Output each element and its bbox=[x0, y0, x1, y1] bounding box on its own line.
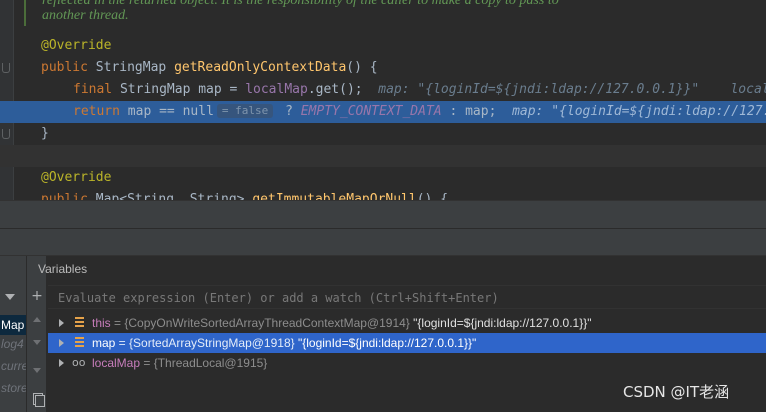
execution-line[interactable]: return map == null = false ? EMPTY_CONTEX… bbox=[0, 101, 766, 123]
add-watch-icon[interactable]: + bbox=[30, 289, 44, 303]
frames-panel[interactable]: Map log4 curre store bbox=[0, 256, 27, 412]
inline-value-hint: map: "{loginId=${jndi:ldap://127.0.0.1}}… bbox=[378, 82, 766, 97]
evaluate-placeholder: Evaluate expression (Enter) or add a wat… bbox=[58, 291, 499, 305]
condition-expression: map == null bbox=[127, 104, 214, 119]
frame-item-selected[interactable]: Map bbox=[0, 315, 26, 335]
variable-row-localmap[interactable]: oo localMap = {ThreadLocal@1915} bbox=[48, 353, 766, 373]
variable-value: "{loginId=${jndi:ldap://127.0.0.1}}" bbox=[297, 336, 477, 350]
variable-name: localMap bbox=[92, 356, 141, 370]
down-arrow-icon[interactable] bbox=[30, 364, 44, 378]
code-line[interactable] bbox=[0, 145, 766, 167]
variable-reference: = {ThreadLocal@1915} bbox=[140, 356, 268, 370]
variable-name: map bbox=[92, 336, 116, 350]
up-arrow-icon[interactable] bbox=[30, 313, 44, 327]
signature-tail: () { bbox=[346, 60, 378, 75]
ternary-tail: : map; bbox=[441, 104, 497, 119]
code-line[interactable]: final StringMap map = localMap.get(); ma… bbox=[0, 79, 766, 101]
debugger-toolbar bbox=[0, 228, 766, 256]
down-arrow-icon[interactable] bbox=[30, 336, 44, 350]
method-name: getReadOnlyContextData bbox=[174, 60, 347, 75]
code-line[interactable]: public StringMap getReadOnlyContextData(… bbox=[0, 57, 766, 79]
expand-arrow-icon[interactable] bbox=[59, 359, 64, 367]
constant-reference: EMPTY_CONTEXT_DATA bbox=[300, 104, 442, 119]
fold-marker-icon[interactable] bbox=[2, 129, 10, 139]
ternary-operator: ? bbox=[277, 104, 301, 119]
evaluation-badge: = false bbox=[216, 104, 274, 118]
chevron-down-icon[interactable] bbox=[5, 294, 15, 300]
expand-arrow-icon[interactable] bbox=[59, 319, 64, 327]
watch-glasses-icon: oo bbox=[72, 356, 86, 369]
variables-toolbar: + bbox=[27, 256, 47, 412]
variable-reference: = {SortedArrayStringMap@1918} bbox=[115, 336, 298, 350]
variables-title: Variables bbox=[38, 262, 88, 276]
variable-name: this bbox=[92, 316, 111, 330]
annotation: @Override bbox=[41, 170, 112, 185]
code-line[interactable]: } bbox=[0, 123, 766, 145]
frame-item[interactable]: store bbox=[0, 380, 26, 396]
fold-marker-icon[interactable] bbox=[2, 63, 10, 73]
code-editor[interactable]: reflected in the returned object. It is … bbox=[0, 0, 766, 200]
variable-reference: = {CopyOnWriteSortedArrayThreadContextMa… bbox=[110, 316, 414, 330]
variable-row-this[interactable]: this = {CopyOnWriteSortedArrayThreadCont… bbox=[48, 313, 766, 333]
keyword: return bbox=[73, 104, 128, 119]
editor-debugger-splitter[interactable] bbox=[0, 200, 766, 228]
field-icon bbox=[75, 337, 84, 348]
frame-item[interactable]: curre bbox=[0, 358, 26, 374]
annotation: @Override bbox=[41, 38, 112, 53]
csdn-watermark: CSDN @IT老涵 bbox=[623, 383, 730, 401]
signature-tail: () { bbox=[416, 192, 449, 200]
doc-comment-line: another thread. bbox=[42, 8, 129, 23]
copy-icon[interactable] bbox=[30, 392, 45, 407]
variable-value: "{loginId=${jndi:ldap://127.0.0.1}}" bbox=[413, 316, 592, 330]
code-line[interactable]: public Map<String, String> getImmutableM… bbox=[0, 189, 766, 200]
keyword: public bbox=[41, 60, 96, 75]
keyword: final bbox=[73, 82, 120, 97]
doc-comment-bar bbox=[24, 0, 26, 26]
field-reference: localMap bbox=[245, 82, 308, 97]
variable-row-map[interactable]: map = {SortedArrayStringMap@1918} "{logi… bbox=[48, 333, 766, 353]
expand-arrow-icon[interactable] bbox=[59, 339, 64, 347]
field-icon bbox=[75, 317, 84, 328]
inline-value-hint: map: "{loginId=${jndi:ldap://127.0.0.1}}… bbox=[512, 104, 766, 119]
closing-brace: } bbox=[41, 126, 49, 141]
return-type: Map<String, String> bbox=[95, 192, 253, 200]
return-type: StringMap bbox=[95, 60, 175, 75]
frame-item[interactable]: log4 bbox=[0, 336, 24, 352]
declaration: StringMap map = bbox=[119, 82, 246, 97]
code-line[interactable]: @Override bbox=[0, 167, 766, 189]
evaluate-expression-input[interactable]: Evaluate expression (Enter) or add a wat… bbox=[48, 285, 766, 309]
method-call: .get(); bbox=[307, 82, 363, 97]
code-line[interactable]: @Override bbox=[0, 35, 766, 57]
keyword: public bbox=[41, 192, 96, 200]
method-name: getImmutableMapOrNull bbox=[252, 192, 417, 200]
